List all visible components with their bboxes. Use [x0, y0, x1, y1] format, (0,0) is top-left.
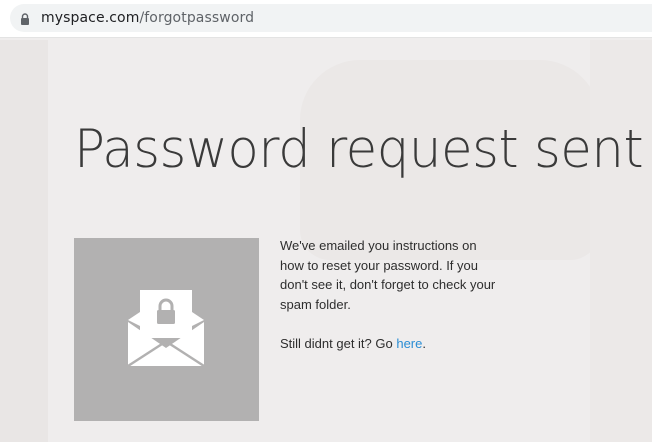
retry-line: Still didnt get it? Go here. — [280, 334, 500, 354]
url-text[interactable]: myspace.com/forgotpassword — [41, 10, 254, 26]
lock-icon[interactable] — [20, 12, 30, 25]
here-link[interactable]: here — [396, 336, 422, 351]
locked-envelope-icon — [126, 286, 206, 370]
url-path: /forgotpassword — [139, 10, 255, 26]
url-host: myspace.com — [41, 10, 140, 26]
illustration-panel — [74, 238, 259, 421]
page-title: Password request sent — [74, 119, 644, 180]
background-photo-left — [0, 40, 48, 442]
retry-suffix: . — [422, 336, 426, 351]
url-field[interactable]: myspace.com/forgotpassword — [10, 4, 652, 32]
instructions-message: We've emailed you instructions on how to… — [280, 236, 500, 354]
retry-prefix: Still didnt get it? Go — [280, 336, 397, 351]
browser-address-bar: myspace.com/forgotpassword — [0, 0, 652, 38]
instructions-text: We've emailed you instructions on how to… — [280, 238, 496, 312]
background-photo-right — [590, 40, 652, 442]
